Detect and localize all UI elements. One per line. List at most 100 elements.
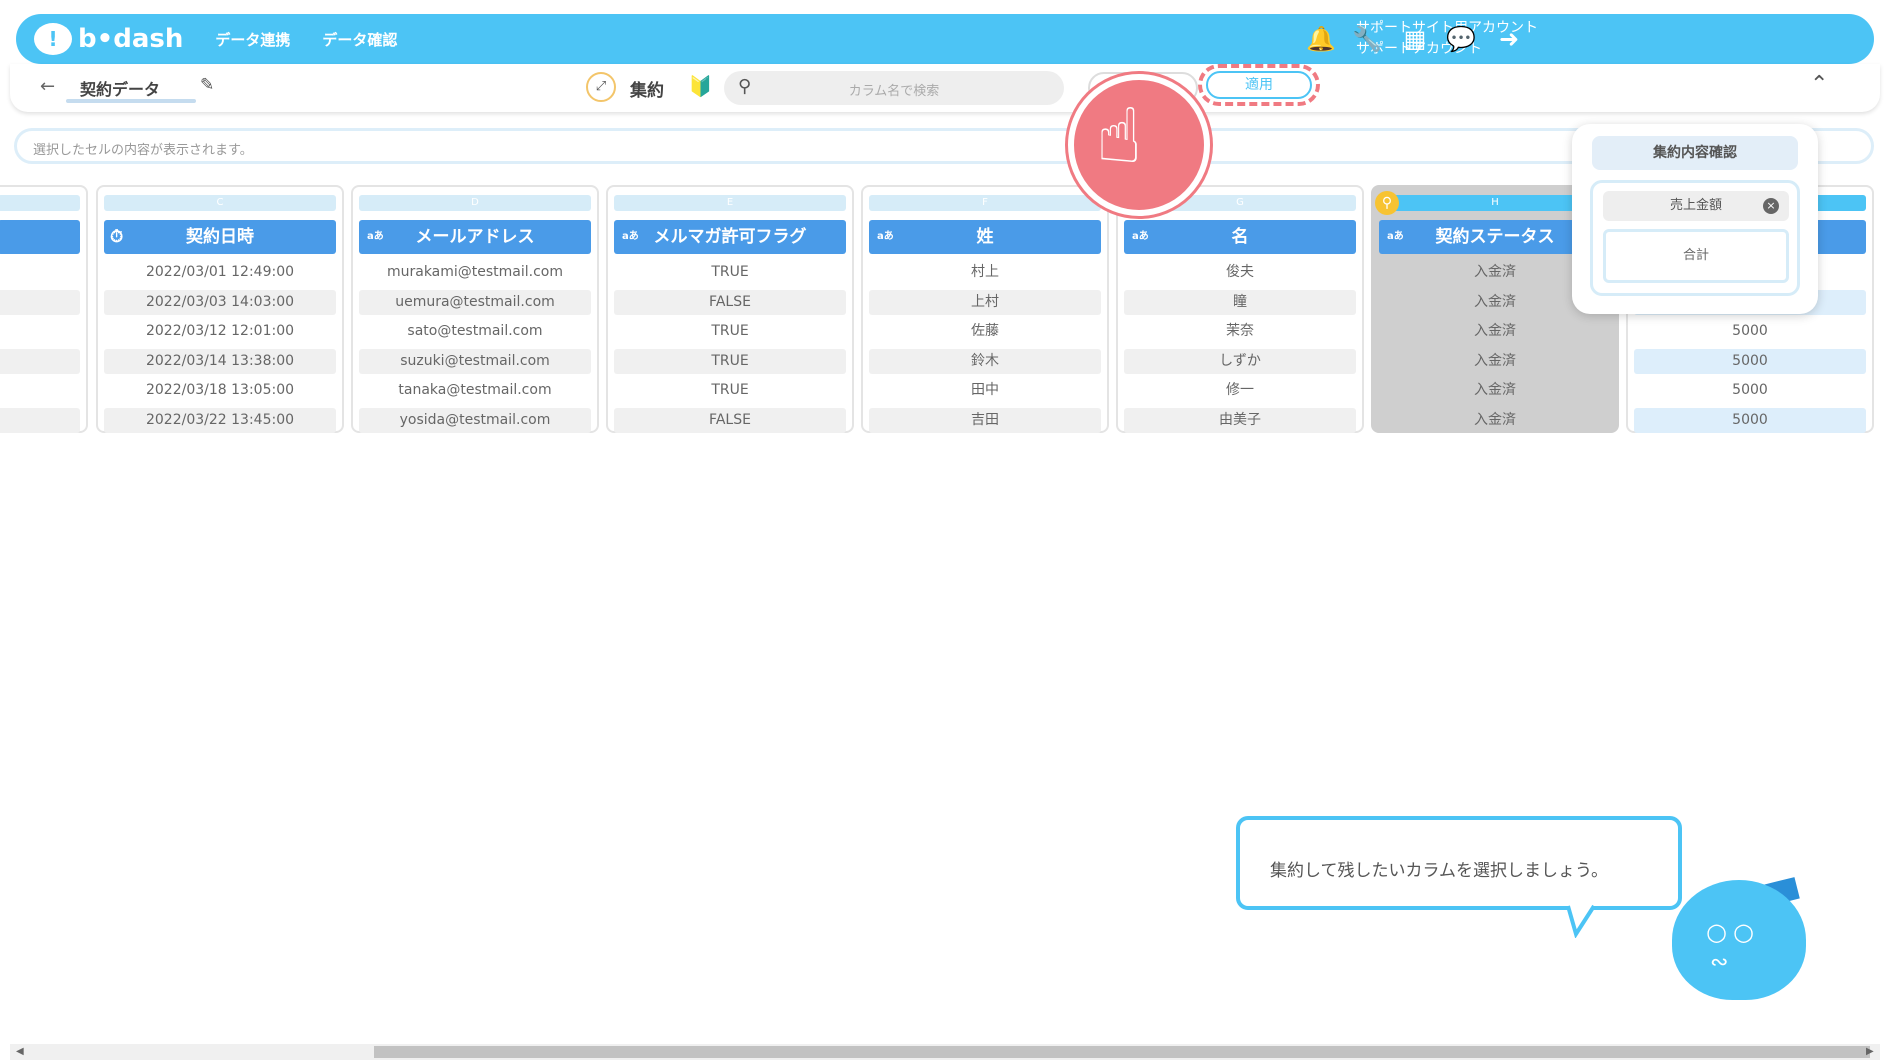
table-cell[interactable]: 2022/03/12 12:01:00 xyxy=(104,319,336,345)
pointer-hand-icon: ☝ xyxy=(1068,74,1210,216)
column-first-name[interactable]: G aあ 名 俊夫 瞳 茉奈 しずか 修一 由美子 xyxy=(1116,185,1364,433)
chat-icon[interactable]: 💬 xyxy=(1446,24,1476,54)
table-cell[interactable]: 入金済 xyxy=(1379,319,1611,345)
table-cell[interactable]: 由美子 xyxy=(1124,407,1356,433)
table-cell[interactable]: uemura@testmail.com xyxy=(359,289,591,315)
table-cell[interactable]: yosida@testmail.com xyxy=(359,407,591,433)
toolbar: ← 契約データ ✎ ⤢ 集約 🔰 ⚲ カラム名で検索 適用 ⌃ xyxy=(10,64,1880,112)
table-cell[interactable]: TRUE xyxy=(614,260,846,286)
table-cell[interactable]: murakami@testmail.com xyxy=(359,260,591,286)
table-cell[interactable]: 村上 xyxy=(869,260,1101,286)
column-header-label: 契約ステータス xyxy=(1435,227,1555,247)
bell-icon[interactable]: 🔔 xyxy=(1306,24,1336,54)
wrench-icon[interactable]: 🔧 xyxy=(1352,24,1382,54)
column-header[interactable]: aあ 名 xyxy=(1124,220,1356,254)
table-cell[interactable]: 2022/03/22 13:45:00 xyxy=(104,407,336,433)
table-cell[interactable]: 茉奈 xyxy=(1124,319,1356,345)
aggregation-field-label: 売上金額 xyxy=(1669,198,1722,213)
table-cell[interactable]: 田中 xyxy=(869,378,1101,404)
aggregation-item: 売上金額 × 合計 xyxy=(1590,180,1800,296)
table-cell[interactable]: TRUE xyxy=(614,378,846,404)
table-cell[interactable]: TRUE xyxy=(614,348,846,374)
table-cell[interactable]: 5000 xyxy=(1634,319,1866,345)
column-header[interactable]: aあ メールアドレス xyxy=(359,220,591,254)
nav-data-check[interactable]: データ確認 xyxy=(322,29,397,50)
page-title: 契約データ xyxy=(80,80,161,99)
table-cell[interactable]: 入金済 xyxy=(1379,408,1611,434)
table-cell[interactable] xyxy=(0,289,80,315)
column-header[interactable]: ⏱ 契約日時 xyxy=(104,220,336,254)
table-cell[interactable] xyxy=(0,319,80,345)
aggregation-field[interactable]: 売上金額 × xyxy=(1603,191,1789,221)
table-cell[interactable]: FALSE xyxy=(614,407,846,433)
column-email[interactable]: D aあ メールアドレス murakami@testmail.com uemur… xyxy=(351,185,599,433)
table-cell[interactable]: suzuki@testmail.com xyxy=(359,348,591,374)
popup-title: 集約内容確認 xyxy=(1592,136,1798,170)
logout-icon[interactable]: ➜ xyxy=(1494,24,1524,54)
scroll-left-icon[interactable]: ◀ xyxy=(16,1044,24,1060)
search-box[interactable]: ⚲ カラム名で検索 xyxy=(724,71,1064,105)
table-cell[interactable] xyxy=(0,378,80,404)
column-header[interactable] xyxy=(0,220,80,254)
beginner-mark-icon[interactable]: 🔰 xyxy=(688,74,713,98)
table-cell[interactable]: 入金済 xyxy=(1379,349,1611,375)
close-icon[interactable]: × xyxy=(1763,198,1779,214)
chevron-up-icon[interactable]: ⌃ xyxy=(1810,72,1828,97)
search-placeholder: カラム名で検索 xyxy=(848,84,940,99)
table-cell[interactable]: 2022/03/01 12:49:00 xyxy=(104,260,336,286)
nav-data-linkage[interactable]: データ連携 xyxy=(215,29,290,50)
text-type-icon: aあ xyxy=(1132,231,1149,242)
column-letter: C xyxy=(104,195,336,211)
table-cell[interactable] xyxy=(0,348,80,374)
table-cell[interactable]: 5000 xyxy=(1634,348,1866,374)
table-cell[interactable]: しずか xyxy=(1124,348,1356,374)
horizontal-scrollbar[interactable]: ◀ ▶ xyxy=(10,1044,1880,1060)
table-cell[interactable]: 修一 xyxy=(1124,378,1356,404)
column-header[interactable]: aあ メルマガ許可フラグ xyxy=(614,220,846,254)
table-cell[interactable]: 佐藤 xyxy=(869,319,1101,345)
table-cell[interactable]: 5000 xyxy=(1634,407,1866,433)
table-cell[interactable] xyxy=(0,260,80,286)
table-cell[interactable]: 2022/03/03 14:03:00 xyxy=(104,289,336,315)
pencil-icon[interactable]: ✎ xyxy=(200,75,214,95)
column-contract-datetime[interactable]: C ⏱ 契約日時 2022/03/01 12:49:00 2022/03/03 … xyxy=(96,185,344,433)
logo[interactable]: ! b•dash xyxy=(34,23,183,55)
table-cell[interactable] xyxy=(0,407,80,433)
scroll-right-icon[interactable]: ▶ xyxy=(1866,1044,1874,1060)
scroll-thumb[interactable] xyxy=(374,1046,1870,1058)
table-cell[interactable]: 吉田 xyxy=(869,407,1101,433)
table-cell[interactable]: 瞳 xyxy=(1124,289,1356,315)
aggregation-popup: 集約内容確認 売上金額 × 合計 xyxy=(1572,124,1818,314)
table-cell[interactable]: TRUE xyxy=(614,319,846,345)
grid-icon[interactable]: ▦ xyxy=(1400,24,1430,54)
clock-icon: ⏱ xyxy=(110,227,124,247)
column-letter: E xyxy=(614,195,846,211)
column-header[interactable]: aあ 姓 xyxy=(869,220,1101,254)
hand-icon: ☝ xyxy=(1096,91,1143,180)
logo-text: b•dash xyxy=(78,24,184,54)
text-type-icon: aあ xyxy=(622,231,639,242)
column-header-label: 名 xyxy=(1231,227,1249,247)
table-cell[interactable]: sato@testmail.com xyxy=(359,319,591,345)
column-newsletter-flag[interactable]: E aあ メルマガ許可フラグ TRUE FALSE TRUE TRUE TRUE… xyxy=(606,185,854,433)
table-cell[interactable]: FALSE xyxy=(614,289,846,315)
table-cell[interactable]: 鈴木 xyxy=(869,348,1101,374)
text-type-icon: aあ xyxy=(367,231,384,242)
table-cell[interactable]: 上村 xyxy=(869,289,1101,315)
table-cell[interactable]: 入金済 xyxy=(1379,378,1611,404)
text-type-icon: aあ xyxy=(877,231,894,242)
column-last-name[interactable]: F aあ 姓 村上 上村 佐藤 鈴木 田中 吉田 xyxy=(861,185,1109,433)
column-partial-left[interactable] xyxy=(0,185,88,433)
apply-button[interactable]: 適用 xyxy=(1206,71,1312,99)
table-cell[interactable]: 2022/03/14 13:38:00 xyxy=(104,348,336,374)
guide-message: 集約して残したいカラムを選択しましょう。 xyxy=(1270,861,1608,881)
table-cell[interactable]: 俊夫 xyxy=(1124,260,1356,286)
mascot-mustache: ∾ xyxy=(1710,950,1729,975)
aggregation-method[interactable]: 合計 xyxy=(1603,229,1789,283)
table-cell[interactable]: 2022/03/18 13:05:00 xyxy=(104,378,336,404)
arrow-left-icon[interactable]: ← xyxy=(40,76,55,97)
table-cell[interactable]: 5000 xyxy=(1634,378,1866,404)
column-header-label: メルマガ許可フラグ xyxy=(653,227,807,247)
table-cell[interactable]: tanaka@testmail.com xyxy=(359,378,591,404)
text-type-icon: aあ xyxy=(1387,231,1404,242)
